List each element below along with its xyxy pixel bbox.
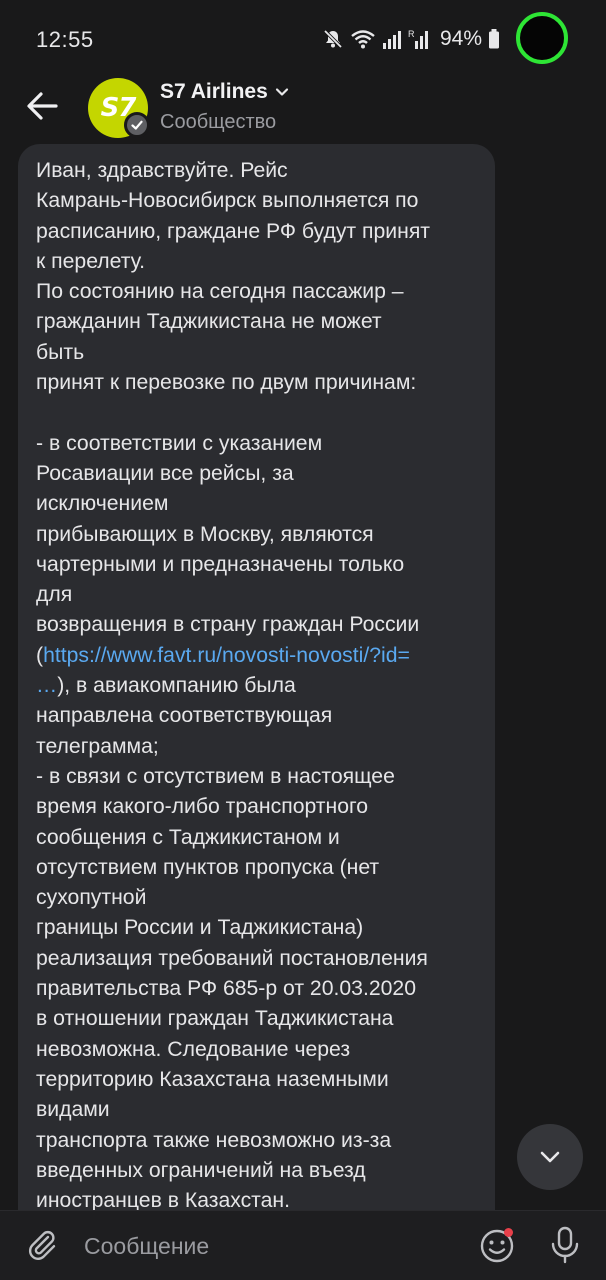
message-line: невозможна. Следование через (36, 1037, 351, 1061)
status-time: 12:55 (36, 27, 94, 52)
message-line: возвращения в страну граждан России (36, 613, 420, 637)
message-line: к перелету. (36, 249, 146, 273)
message-line-text: ), в авиакомпанию была (57, 674, 296, 698)
chat-title: S7 Airlines (160, 80, 268, 103)
message-line: исключением (36, 492, 169, 516)
message-line: Росавиации все рейсы, за (36, 461, 294, 485)
status-icons: R 94% (322, 26, 500, 52)
message-line: прибывающих в Москву, являются (36, 522, 374, 546)
message-line: телеграмма; (36, 734, 159, 758)
chat-title-row[interactable]: S7 Airlines (160, 80, 290, 104)
message-line: сухопутной (36, 886, 147, 910)
battery-percent: 94% (440, 27, 483, 50)
notification-dot (504, 1228, 513, 1237)
message-list[interactable]: Иван, здравствуйте. Рейс Камрань-Новосиб… (0, 144, 606, 1210)
battery-icon (489, 29, 500, 49)
message-input[interactable] (84, 1229, 464, 1263)
status-bar: 12:55 R 94% (0, 0, 606, 78)
message-line: - в соответствии с указанием (36, 431, 323, 455)
message-line: отсутствием пунктов пропуска (нет (36, 855, 380, 879)
signal-icon (383, 31, 401, 49)
message-line: принят к перевозке по двум причинам: (36, 371, 417, 395)
message-line: Камрань-Новосибирск выполняется по (36, 189, 419, 213)
message-line: расписанию, граждане РФ будут принят (36, 219, 430, 243)
screen-record-indicator[interactable] (516, 12, 568, 64)
svg-text:R: R (408, 29, 415, 39)
message-composer (0, 1210, 606, 1280)
message-line: транспорта также невозможно из-за (36, 1128, 392, 1152)
wifi-icon (351, 30, 375, 49)
message-text: Иван, здравствуйте. Рейс Камрань-Новосиб… (36, 156, 486, 1210)
message-line: Иван, здравствуйте. Рейс (36, 159, 288, 182)
message-line: видами (36, 1098, 110, 1122)
message-line: гражданин Таджикистана не может (36, 310, 382, 334)
message-line: быть (36, 340, 85, 364)
chat-header: S7 S7 Airlines Сообщество (0, 78, 606, 144)
message-line: территорию Казахстана наземными (36, 1067, 389, 1091)
message-line-with-link: (https://www.favt.ru/novosti-novosti/?id… (36, 641, 486, 671)
message-line: чартерными и предназначены только (36, 552, 405, 576)
back-arrow-icon[interactable] (20, 84, 64, 128)
message-line: иностранцев в Казахстан. (36, 1189, 291, 1210)
scroll-to-bottom-button[interactable] (517, 1124, 583, 1190)
message-line: для (36, 583, 73, 607)
screen: 12:55 R 94% S7 S7 Airlines Сообщество Ив… (0, 0, 606, 1280)
chevron-down-icon (540, 1151, 560, 1163)
message-line-with-link: …), в авиакомпанию была (36, 671, 486, 701)
message-line: реализация требований постановления (36, 946, 428, 970)
message-line: в отношении граждан Таджикистана (36, 1007, 394, 1031)
message-line: введенных ограничений на въезд (36, 1158, 366, 1182)
message-line: правительства РФ 685-р от 20.03.2020 (36, 977, 416, 1001)
favt-link[interactable]: https://www.favt.ru/novosti-novosti/?id= (43, 644, 410, 667)
chat-subtitle: Сообщество (160, 111, 277, 133)
message-line: границы России и Таджикистана) (36, 916, 364, 940)
message-line: По состоянию на сегодня пассажир – (36, 280, 404, 304)
chevron-down-icon (275, 88, 288, 96)
verified-check-icon (124, 112, 150, 138)
paperclip-icon[interactable] (24, 1227, 60, 1263)
message-line: направлена соответствующая (36, 704, 333, 728)
message-line: - в связи с отсутствием в настоящее (36, 764, 395, 788)
paren-open: ( (36, 643, 44, 667)
favt-link-ellipsis[interactable]: … (36, 674, 57, 697)
message-line (36, 398, 486, 428)
mute-icon (323, 29, 343, 49)
signal-r-icon: R (408, 29, 428, 49)
message-line: сообщения с Таджикистаном и (36, 825, 340, 849)
microphone-icon[interactable] (548, 1225, 582, 1265)
message-line: время какого-либо транспортного (36, 795, 369, 819)
